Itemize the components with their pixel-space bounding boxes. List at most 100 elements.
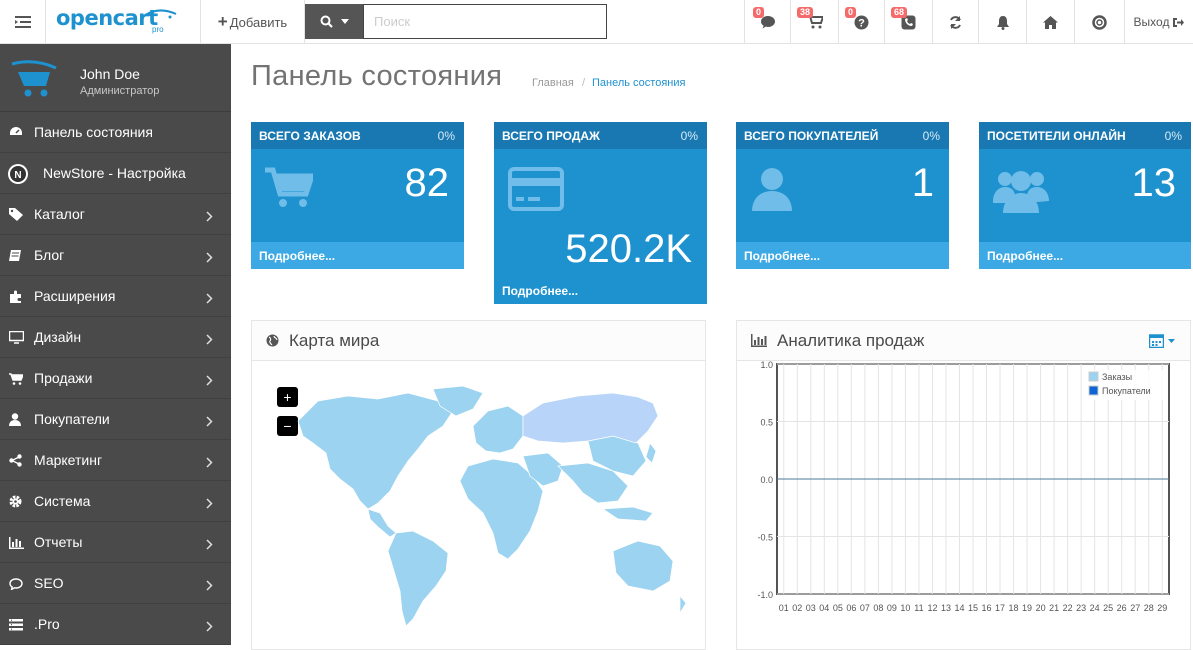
messages-badge: 0 xyxy=(753,7,765,18)
opencart-logo[interactable]: opencart pro xyxy=(46,0,201,44)
sidebar-item[interactable]: Панель состояния xyxy=(0,112,231,153)
user-profile[interactable]: John Doe Администратор xyxy=(0,44,231,112)
users-icon xyxy=(993,171,1049,213)
notifications-button[interactable] xyxy=(978,0,1026,44)
sidebar-item[interactable]: Блог xyxy=(0,235,231,276)
tile-head: ВСЕГО ПОКУПАТЕЛЕЙ 0% xyxy=(736,122,949,149)
logout-button[interactable]: Выход xyxy=(1124,0,1193,44)
sidebar-item[interactable]: SEO xyxy=(0,563,231,604)
tile-more-link[interactable]: Подробнее... xyxy=(736,242,949,269)
x-tick-label: 22 xyxy=(1063,603,1073,613)
bar-chart-icon xyxy=(9,536,24,552)
cog-icon xyxy=(9,495,22,511)
logout-label: Выход xyxy=(1133,15,1170,29)
top-header: opencart pro + Добавить 0 38 0 ? 68 Выхо… xyxy=(0,0,1193,44)
map-indonesia xyxy=(601,506,654,522)
tile-more-link[interactable]: Подробнее... xyxy=(979,242,1191,269)
tile-value: 13 xyxy=(1131,161,1177,205)
orders-button[interactable]: 38 xyxy=(790,0,838,44)
tile-value: 82 xyxy=(404,161,450,205)
date-range-dropdown[interactable] xyxy=(1149,333,1175,348)
svg-text:N: N xyxy=(14,170,21,181)
x-tick-label: 27 xyxy=(1130,603,1140,613)
cart-icon xyxy=(265,167,313,207)
sidebar-item-label: Система xyxy=(34,493,91,509)
sidebar-item-label: Дизайн xyxy=(34,329,82,345)
bell-icon xyxy=(996,15,1009,30)
x-tick-label: 28 xyxy=(1144,603,1154,613)
add-button[interactable]: + Добавить xyxy=(201,0,305,44)
help-button[interactable] xyxy=(1074,0,1124,44)
chevron-right-icon xyxy=(206,291,213,307)
legend-swatch xyxy=(1088,371,1099,382)
user-role: Администратор xyxy=(80,85,160,97)
map-central-america xyxy=(367,508,397,538)
sidebar-item[interactable]: Дизайн xyxy=(0,317,231,358)
question-icon: ? xyxy=(854,15,869,29)
refresh-icon xyxy=(950,15,961,29)
sidebar-item-label: Расширения xyxy=(34,288,116,304)
x-tick-label: 04 xyxy=(819,603,829,613)
sidebar-item[interactable]: Маркетинг xyxy=(0,440,231,481)
list-icon xyxy=(9,618,23,634)
chevron-right-icon xyxy=(206,414,213,430)
map-north-america xyxy=(297,392,454,510)
tile-value: 520.2K xyxy=(565,227,692,271)
map-russia xyxy=(522,392,659,444)
sidebar-item[interactable]: Покупатели xyxy=(0,399,231,440)
y-tick-label: 0.0 xyxy=(760,475,773,485)
chevron-right-icon xyxy=(206,578,213,594)
sidebar-item-label: Отчеты xyxy=(34,534,83,550)
sidebar: John Doe Администратор Панель состояния N… xyxy=(0,44,231,645)
monitor-icon xyxy=(8,330,25,347)
sidebar-item[interactable]: Расширения xyxy=(0,276,231,317)
legend-label: Заказы xyxy=(1102,372,1132,382)
caret-down-icon xyxy=(1168,338,1175,343)
y-tick-label: -0.5 xyxy=(757,533,773,543)
search-input[interactable] xyxy=(363,4,607,39)
breadcrumb-current[interactable]: Панель состояния xyxy=(592,77,685,89)
sidebar-item-label: .Pro xyxy=(34,616,60,632)
sidebar-item[interactable]: Отчеты xyxy=(0,522,231,563)
sidebar-item[interactable]: .Pro xyxy=(0,604,231,645)
breadcrumb-home[interactable]: Главная xyxy=(532,77,574,89)
tile-more-link[interactable]: Подробнее... xyxy=(494,277,707,304)
map-south-america xyxy=(387,530,449,627)
sales-chart: 1.0 0.5 0.0 -0.5 -1.0 01 02 03 04 05 06 07 08 09 10 11 1… xyxy=(757,361,1170,613)
tile-title: ВСЕГО ПРОДАЖ xyxy=(502,128,600,143)
sidebar-item[interactable]: Система xyxy=(0,481,231,522)
tile-more-link[interactable]: Подробнее... xyxy=(251,242,464,269)
search-type-button[interactable] xyxy=(305,4,363,39)
sidebar-item[interactable]: N NewStore - Настройка xyxy=(0,153,231,194)
x-tick-label: 13 xyxy=(941,603,951,613)
sidebar-item-label: Панель состояния xyxy=(34,124,153,140)
questions-badge: 0 xyxy=(845,7,857,18)
questions-button[interactable]: 0 ? xyxy=(838,0,884,44)
sidebar-item-label: Каталог xyxy=(34,206,85,222)
tile-title: ПОСЕТИТЕЛИ ОНЛАЙН xyxy=(987,128,1126,143)
breadcrumb-separator: / xyxy=(582,77,586,89)
y-tick-label: 0.5 xyxy=(760,418,773,428)
home-icon xyxy=(1043,15,1058,29)
sidebar-item-label: Покупатели xyxy=(34,411,110,427)
bar-chart-icon xyxy=(751,334,767,347)
home-button[interactable] xyxy=(1026,0,1074,44)
sidebar-item[interactable]: Каталог xyxy=(0,194,231,235)
messages-button[interactable]: 0 xyxy=(744,0,790,44)
map-europe xyxy=(472,405,524,454)
sidebar-toggle-button[interactable] xyxy=(0,0,46,44)
legend-label: Покупатели xyxy=(1102,386,1151,396)
book-icon xyxy=(9,249,23,265)
reviews-button[interactable]: 68 xyxy=(884,0,932,44)
x-tick-label: 20 xyxy=(1036,603,1046,613)
sidebar-item[interactable]: Продажи xyxy=(0,358,231,399)
chevron-right-icon xyxy=(206,209,213,225)
x-tick-label: 15 xyxy=(968,603,978,613)
x-tick-label: 18 xyxy=(1009,603,1019,613)
world-map[interactable] xyxy=(268,381,698,631)
user-name: John Doe xyxy=(80,66,140,82)
panel-heading: Карта мира xyxy=(252,321,705,361)
refresh-button[interactable] xyxy=(932,0,978,44)
x-tick-label: 03 xyxy=(806,603,816,613)
x-tick-label: 17 xyxy=(995,603,1005,613)
